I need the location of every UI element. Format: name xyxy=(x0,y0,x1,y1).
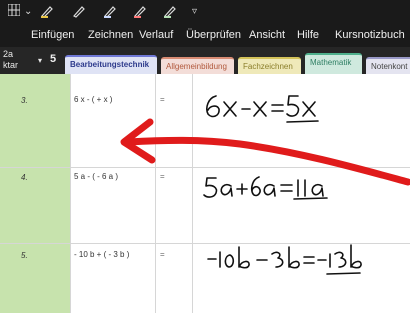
menu-item-kursnotizbuch[interactable]: Kursnotizbuch xyxy=(335,29,405,41)
pen-icon[interactable] xyxy=(103,4,117,18)
pen-icon[interactable] xyxy=(133,4,147,18)
menu-item-verlauf[interactable]: Verlauf xyxy=(139,29,173,41)
chevron-down-icon[interactable]: ▾ xyxy=(38,56,42,65)
tab-allgemeinbildung[interactable]: Allgemeinbildung xyxy=(161,57,234,74)
tab-bearbeitungstechnik[interactable]: Bearbeitungstechnik xyxy=(65,55,157,74)
notebook-name-line2: ktar xyxy=(3,60,19,70)
tab-mathematik[interactable]: Mathematik xyxy=(305,53,362,74)
ink-layer xyxy=(120,95,410,275)
notebook-name-line1: 2a xyxy=(3,49,14,59)
notebook-number: 5 xyxy=(50,53,57,65)
handwritten-answer xyxy=(206,95,319,123)
drawing-toolbar: ⌄ ▿ xyxy=(0,0,410,25)
tab-notenkontrolle[interactable]: Notenkont xyxy=(366,57,410,74)
menu-bar: Einfügen Zeichnen Verlauf Überprüfen Ans… xyxy=(0,25,410,47)
menu-item-hilfe[interactable]: Hilfe xyxy=(297,29,319,41)
menu-item-ansicht[interactable]: Ansicht xyxy=(249,29,285,41)
grid-menu-icon[interactable] xyxy=(8,4,20,16)
section-tab-bar: 2a ktar ▾ 5 Bearbeitungstechnik Allgemei… xyxy=(0,47,410,74)
chevron-down-icon[interactable]: ⌄ xyxy=(24,4,32,20)
menu-item-einfuegen[interactable]: Einfügen xyxy=(31,29,74,41)
menu-item-ueberpruefen[interactable]: Überprüfen xyxy=(186,29,241,41)
pen-icon[interactable] xyxy=(72,4,86,18)
menu-item-zeichnen[interactable]: Zeichnen xyxy=(88,29,133,41)
dropdown-icon[interactable]: ▿ xyxy=(192,4,197,20)
pen-icon[interactable] xyxy=(163,4,177,18)
tab-fachzeichnen[interactable]: Fachzeichnen xyxy=(238,57,301,74)
pen-icon[interactable] xyxy=(40,4,54,18)
handwritten-answer xyxy=(207,244,362,275)
handwritten-answer xyxy=(203,176,328,200)
page-canvas[interactable]: 3. 6 x - ( + x ) = 4. 5 a - ( - 6 a ) = … xyxy=(0,74,410,313)
notebook-selector[interactable]: 2a ktar xyxy=(3,49,18,71)
annotation-arrow xyxy=(120,118,410,186)
